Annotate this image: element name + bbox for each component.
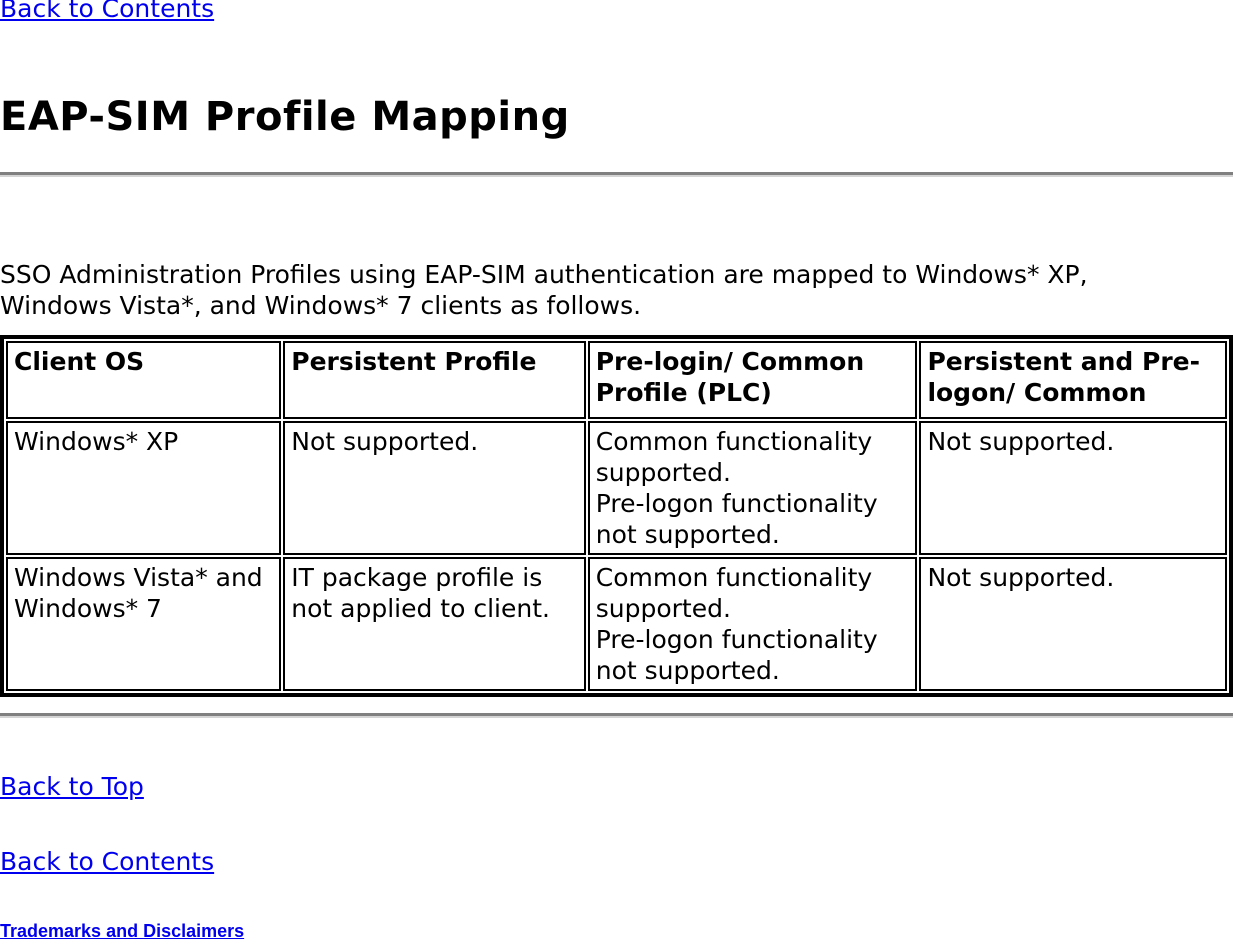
back-to-top: Back to Top [0, 772, 144, 802]
column-header-persistent-and-prelogon: Persistent and Pre-logon/ Common [919, 341, 1227, 419]
cell-plc: Common functionality supported. Pre-logo… [587, 557, 918, 691]
cell-plc: Common functionality supported. Pre-logo… [587, 421, 918, 555]
cell-client-os: Windows Vista* and Windows* 7 [6, 557, 282, 691]
document-page: Back to Contents EAP-SIM Profile Mapping… [0, 0, 1233, 945]
cell-plc-line-1: Common functionality supported. [595, 427, 873, 487]
back-to-contents-top-link[interactable]: Back to Contents [0, 0, 214, 23]
cell-persistent-profile: Not supported. [283, 421, 586, 555]
column-header-client-os: Client OS [6, 341, 282, 419]
trademarks-link[interactable]: Trademarks and Disclaimers [0, 921, 244, 941]
cell-persistent-and-prelogon: Not supported. [919, 557, 1227, 691]
page-title: EAP-SIM Profile Mapping [0, 93, 570, 140]
divider-top [0, 172, 1233, 177]
profile-mapping-table: Client OS Persistent Profile Pre-login/ … [0, 335, 1233, 697]
table-row: Windows* XP Not supported. Common functi… [6, 421, 1227, 555]
trademarks-and-disclaimers: Trademarks and Disclaimers [0, 920, 244, 942]
profile-mapping-table-wrapper: Client OS Persistent Profile Pre-login/ … [0, 335, 1233, 697]
back-to-top-link[interactable]: Back to Top [0, 772, 144, 801]
back-to-contents-bottom: Back to Contents [0, 847, 214, 877]
cell-client-os: Windows* XP [6, 421, 282, 555]
column-header-persistent-profile: Persistent Profile [283, 341, 586, 419]
back-to-contents-top: Back to Contents [0, 0, 214, 24]
table-header-row: Client OS Persistent Profile Pre-login/ … [6, 341, 1227, 419]
cell-persistent-and-prelogon: Not supported. [919, 421, 1227, 555]
cell-plc-line-2: Pre-logon functionality not supported. [595, 489, 878, 549]
table-row: Windows Vista* and Windows* 7 IT package… [6, 557, 1227, 691]
intro-paragraph: SSO Administration Profiles using EAP-SI… [0, 260, 1088, 320]
divider-bottom [0, 713, 1233, 718]
cell-plc-line-1: Common functionality supported. [595, 563, 873, 623]
column-header-plc: Pre-login/ Common Profile (PLC) [587, 341, 918, 419]
cell-persistent-profile: IT package profile is not applied to cli… [283, 557, 586, 691]
back-to-contents-bottom-link[interactable]: Back to Contents [0, 847, 214, 876]
cell-plc-line-2: Pre-logon functionality not supported. [595, 625, 878, 685]
